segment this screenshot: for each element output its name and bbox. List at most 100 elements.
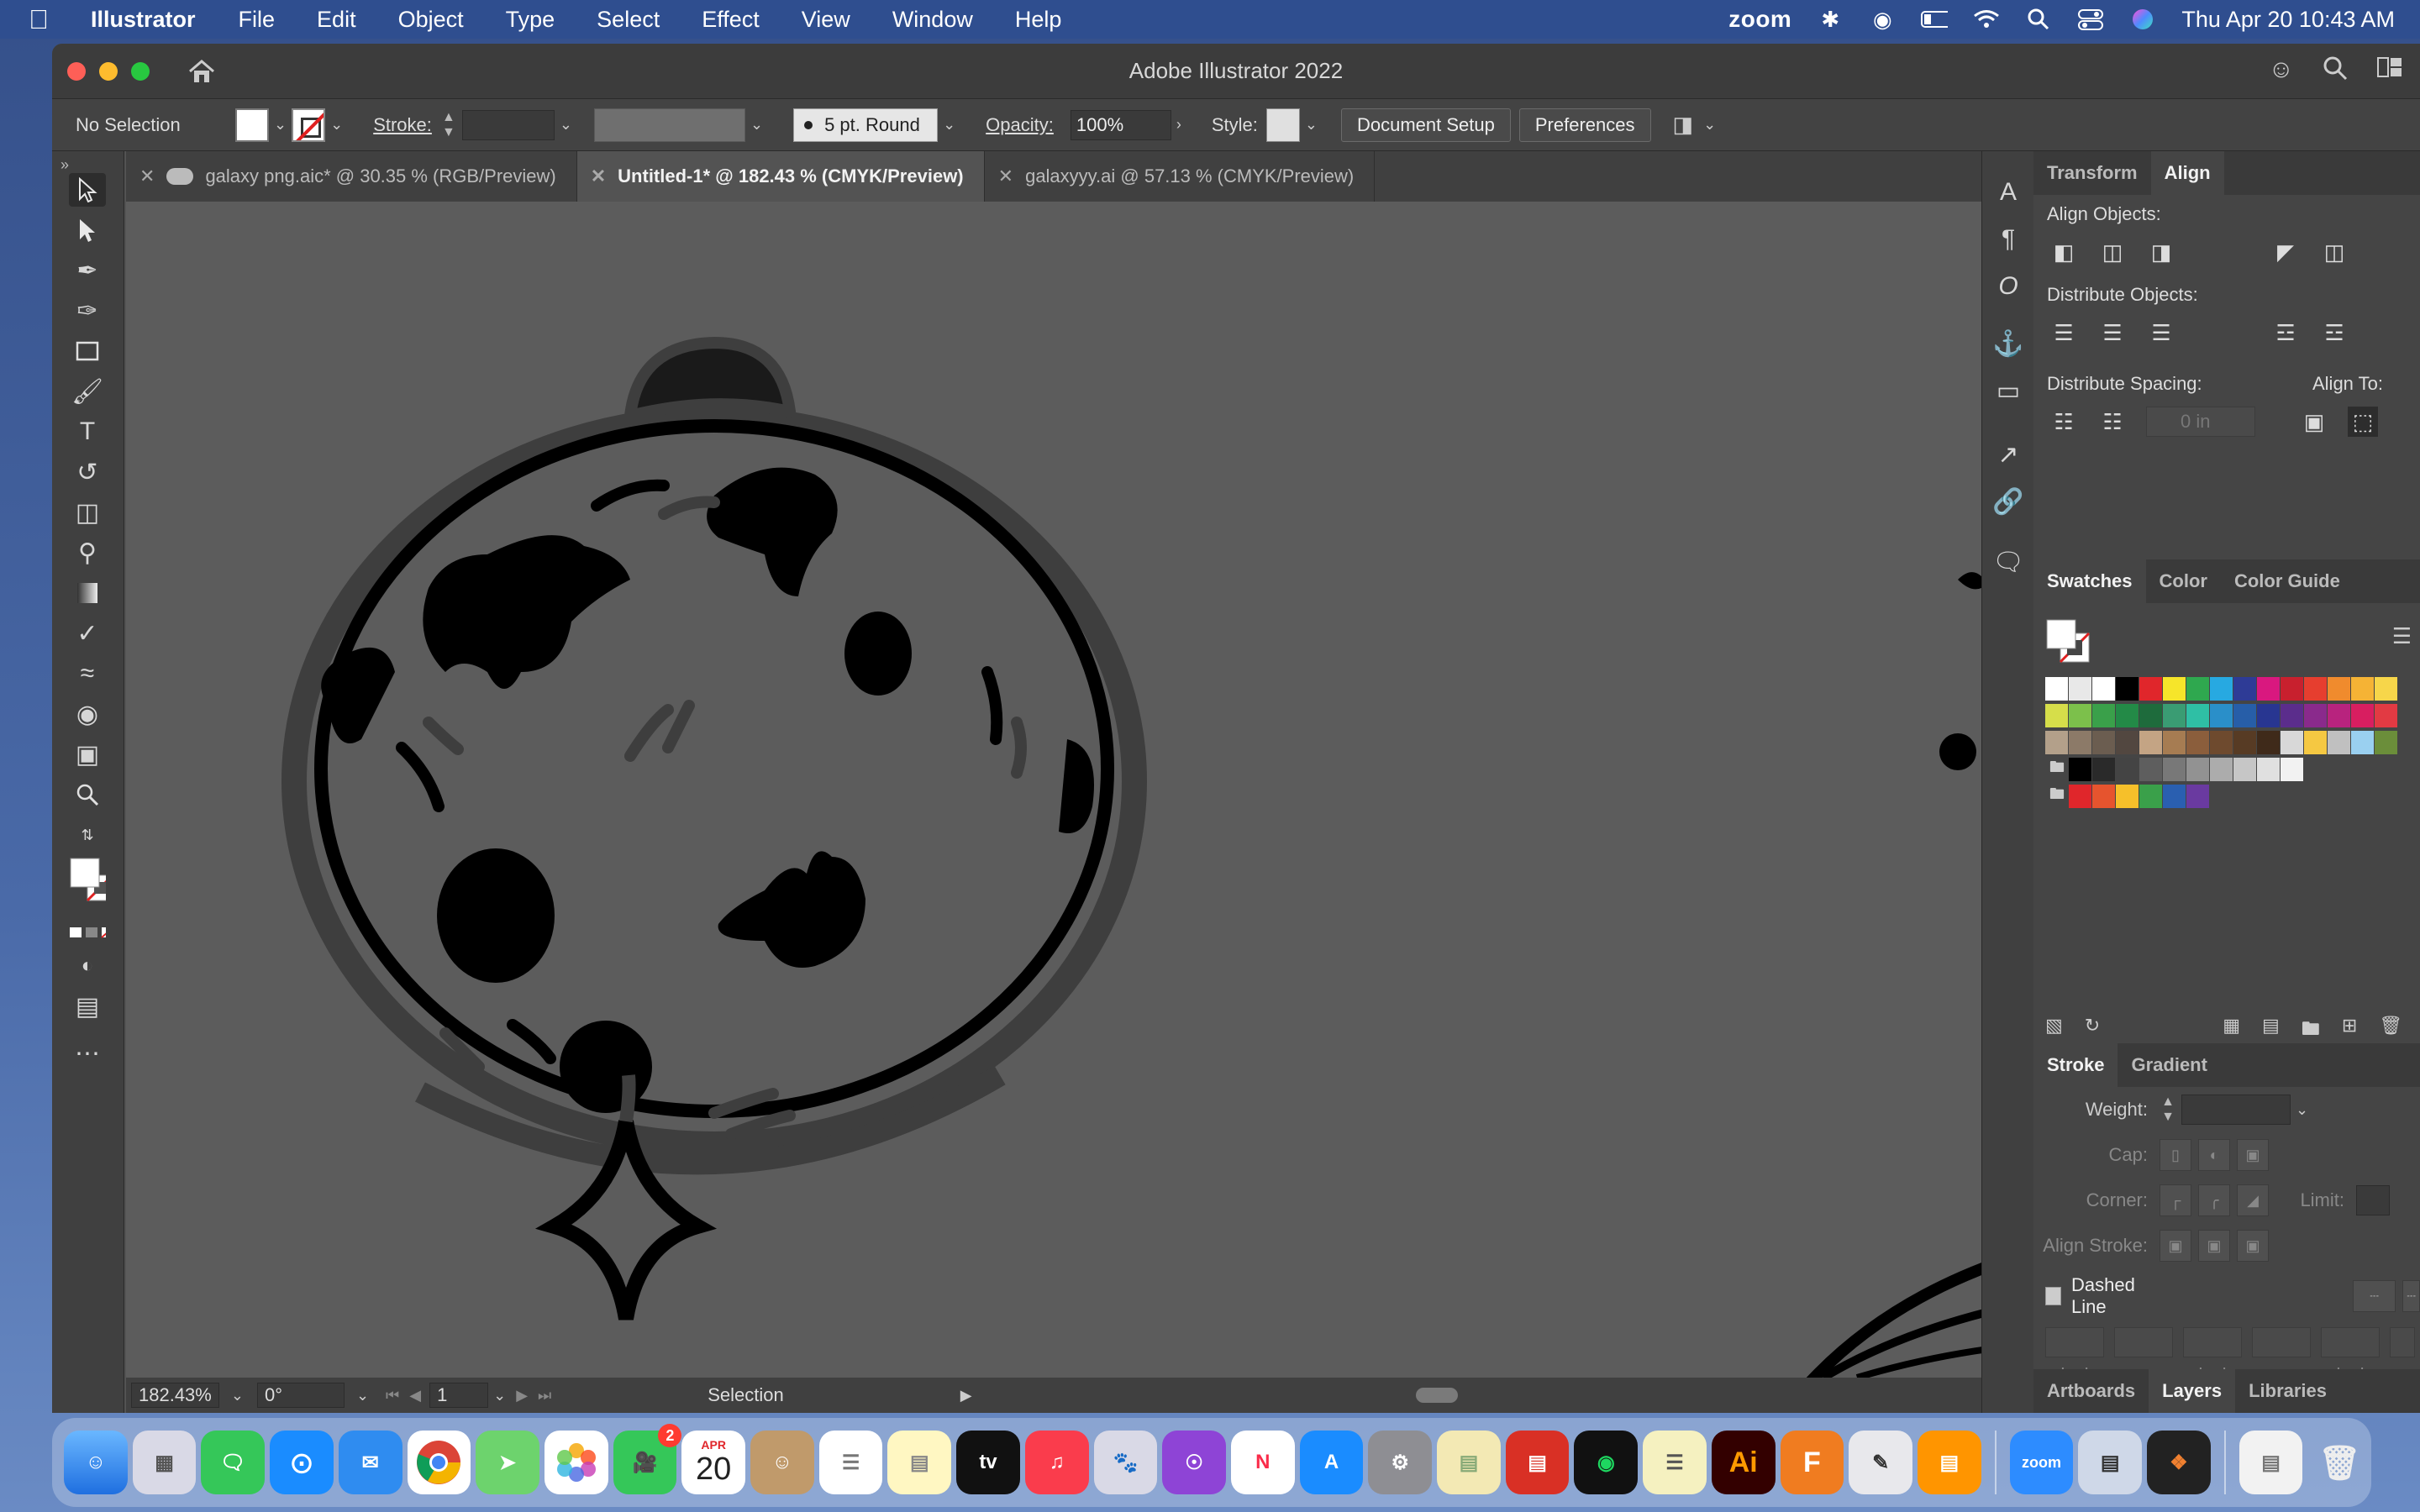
color-swatch[interactable] (2304, 677, 2328, 701)
dash-input[interactable] (2045, 1327, 2104, 1357)
dash-input[interactable] (2183, 1327, 2242, 1357)
document-setup-button[interactable]: Document Setup (1341, 108, 1511, 142)
style-chevron-icon[interactable]: ⌄ (1305, 116, 1318, 134)
calendar-dock-icon[interactable]: APR 20 (681, 1431, 746, 1494)
messages-dock-icon[interactable]: 🗨 (201, 1431, 266, 1494)
color-swatch[interactable] (2186, 758, 2210, 781)
workspace-switcher-icon[interactable] (2376, 55, 2403, 87)
menu-object[interactable]: Object (398, 7, 464, 33)
document-tab-active[interactable]: ✕ Untitled-1* @ 182.43 % (CMYK/Preview) (576, 151, 985, 202)
swap-fill-stroke-icon[interactable]: ⇅ (69, 818, 106, 852)
dash-input[interactable] (2321, 1327, 2380, 1357)
color-swatch[interactable] (2304, 731, 2328, 754)
limit-input[interactable] (2356, 1185, 2390, 1215)
fill-swatch[interactable] (235, 108, 269, 142)
podcasts-dock-icon[interactable]: ☉ (1162, 1431, 1226, 1494)
color-swatch[interactable] (2257, 731, 2281, 754)
direct-selection-tool-icon[interactable] (69, 213, 106, 247)
vertical-distribute-space-icon[interactable]: ☷ (2049, 407, 2079, 437)
menu-edit[interactable]: Edit (317, 7, 356, 33)
contacts-dock-icon[interactable]: ☺ (750, 1431, 814, 1494)
color-swatch[interactable] (2351, 731, 2375, 754)
first-artboard-icon[interactable]: ⏮ (386, 1387, 399, 1404)
paw-app-dock-icon[interactable]: 🐾 (1093, 1431, 1158, 1494)
apple-tv-dock-icon[interactable]: tv (956, 1431, 1020, 1494)
variable-width-profile[interactable] (593, 108, 745, 142)
tab-stroke[interactable]: Stroke (2033, 1043, 2118, 1087)
menu-type[interactable]: Type (506, 7, 555, 33)
weight-chevron-icon[interactable]: ⌄ (2296, 1101, 2308, 1119)
color-swatch[interactable] (2139, 731, 2163, 754)
color-swatch[interactable] (2328, 677, 2351, 701)
color-swatch[interactable] (2045, 704, 2069, 727)
color-swatch[interactable] (2092, 758, 2116, 781)
stroke-weight-input[interactable] (461, 109, 555, 140)
window-maximize-button[interactable] (131, 61, 150, 81)
color-swatch[interactable] (2210, 704, 2233, 727)
color-swatch[interactable] (2069, 731, 2092, 754)
wifi-icon[interactable] (1973, 8, 2000, 31)
close-tab-icon[interactable]: ✕ (998, 165, 1013, 187)
home-icon[interactable] (185, 55, 218, 88)
color-swatch[interactable] (2116, 704, 2139, 727)
color-swatch[interactable] (2139, 704, 2163, 727)
menu-select[interactable]: Select (597, 7, 660, 33)
color-swatch[interactable] (2092, 731, 2116, 754)
rectangle-tool-icon[interactable] (69, 334, 106, 368)
siri-icon[interactable] (2129, 8, 2156, 31)
edit-toolbar-icon[interactable]: ⋯ (69, 1037, 106, 1070)
rotate-tool-icon[interactable]: ↺ (69, 455, 106, 489)
menu-help[interactable]: Help (1015, 7, 1062, 33)
textedit-dock-icon[interactable]: ✎ (1849, 1431, 1912, 1494)
tab-gradient[interactable]: Gradient (2118, 1043, 2220, 1087)
system-settings-dock-icon[interactable]: ⚙ (1368, 1431, 1433, 1494)
delete-swatch-icon[interactable]: 🗑 (2379, 1015, 2402, 1047)
opacity-input[interactable]: 100% (1070, 109, 1171, 140)
zoom-status-item[interactable]: zoom (1728, 6, 1791, 33)
dashed-line-label[interactable]: Dashed Line (2071, 1274, 2160, 1318)
swatch-fill-stroke-indicator[interactable] (2045, 618, 2096, 669)
swatch-group-folder-icon[interactable]: 🖿 (2045, 785, 2069, 808)
apple-menu-icon[interactable]:  (29, 4, 79, 35)
draw-mode-icon[interactable]: ◐ (69, 949, 106, 983)
menu-file[interactable]: File (239, 7, 276, 33)
tab-swatches[interactable]: Swatches (2033, 559, 2146, 603)
horizontal-scroll-thumb[interactable] (1416, 1388, 1458, 1403)
color-swatch[interactable] (2139, 785, 2163, 808)
books-dock-icon[interactable]: ▤ (1917, 1431, 1981, 1494)
swatch-options-icon[interactable]: ▤ (2262, 1015, 2280, 1047)
dashed-line-checkbox[interactable] (2045, 1287, 2061, 1305)
select-similar-icon[interactable]: ◨ (1673, 112, 1694, 138)
toolbar-collapse-icon[interactable]: » (60, 156, 124, 174)
stroke-weight-chevron-icon[interactable]: ⌄ (560, 116, 572, 134)
curvature-tool-icon[interactable]: ✑ (69, 294, 106, 328)
color-swatch[interactable] (2257, 758, 2281, 781)
swatch-group-folder-icon[interactable]: 🖿 (2045, 758, 2069, 781)
color-swatch[interactable] (2281, 731, 2304, 754)
documents-stack-dock-icon[interactable]: ▤ (2238, 1431, 2303, 1494)
document-tab[interactable]: ✕ galaxyyy.ai @ 57.13 % (CMYK/Preview) (985, 151, 1376, 202)
canvas-horizontal-scrollbar[interactable] (1029, 1384, 1996, 1406)
tab-color-guide[interactable]: Color Guide (2221, 559, 2354, 603)
show-kinds-icon[interactable]: ▦ (2223, 1015, 2240, 1047)
color-swatch[interactable] (2281, 704, 2304, 727)
bluetooth-icon[interactable]: ✱ (1817, 7, 1844, 32)
color-swatch[interactable] (2257, 677, 2281, 701)
color-swatch[interactable] (2069, 677, 2092, 701)
color-swatch[interactable] (2163, 731, 2186, 754)
status-menu-arrow-icon[interactable]: ▶ (960, 1387, 972, 1404)
fusion-360-dock-icon[interactable]: F (1780, 1431, 1844, 1494)
artboard-chevron-icon[interactable]: ⌄ (493, 1387, 506, 1404)
maps-dock-icon[interactable]: ➤ (476, 1431, 539, 1494)
color-swatch[interactable] (2116, 731, 2139, 754)
color-swatch[interactable] (2092, 785, 2116, 808)
brush-chevron-icon[interactable]: ⌄ (943, 116, 955, 134)
battery-icon[interactable] (1921, 8, 1949, 31)
distribute-center-icon[interactable]: ☰ (2097, 318, 2128, 348)
color-swatch[interactable] (2186, 785, 2210, 808)
color-swatch[interactable] (2281, 677, 2304, 701)
align-vertical-center-icon[interactable]: ◫ (2319, 237, 2349, 267)
color-swatch[interactable] (2351, 704, 2375, 727)
bevel-join-icon[interactable]: ◢ (2237, 1184, 2269, 1216)
distribute-top-icon[interactable]: ☰ (2049, 318, 2079, 348)
